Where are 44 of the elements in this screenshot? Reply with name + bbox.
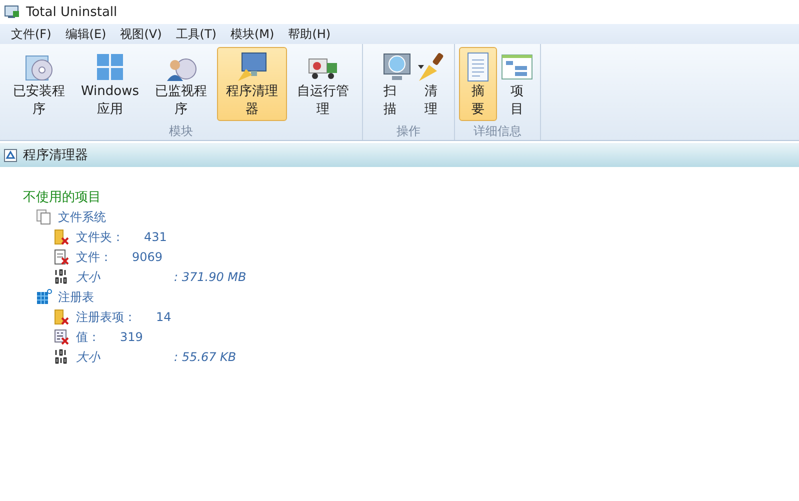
size-label: 大小 (76, 268, 102, 286)
panel-title: 程序清理器 (23, 147, 88, 164)
monitor-broom-icon (236, 51, 268, 83)
ribbon-button[interactable]: 已安装程序 (4, 47, 74, 121)
documents-icon (36, 209, 52, 225)
ribbon-button[interactable]: 摘要 (459, 47, 497, 121)
menu-item[interactable]: 编辑(E) (58, 26, 114, 42)
item-value: : 55.67 KB (174, 350, 236, 364)
binary-file-cross-icon (54, 329, 70, 345)
item-value: 319 (120, 330, 143, 344)
item-value: : 371.90 MB (174, 270, 246, 284)
tree-group-label: 文件系统 (58, 208, 106, 226)
ribbon-button[interactable]: 已监视程序 (146, 47, 216, 121)
group-label: 详细信息 (474, 123, 522, 139)
window-title: Total Uninstall (26, 4, 118, 20)
item-label: 文件夹： (76, 228, 124, 246)
ribbon-button[interactable]: 程序清理器 (217, 47, 287, 121)
ribbon-button[interactable]: Windows 应用 (75, 47, 145, 121)
menu-item[interactable]: 视图(V) (113, 26, 169, 42)
tree-root-label: 不使用的项目 (23, 189, 101, 207)
app-icon (4, 4, 20, 20)
menu-item[interactable]: 工具(T) (168, 26, 224, 42)
windows-tiles-icon (94, 51, 126, 83)
ribbon-button[interactable]: 自运行管理 (288, 47, 358, 121)
item-value: 431 (144, 230, 167, 244)
registry-grid-icon (36, 289, 52, 305)
menu-item[interactable]: 文件(F) (4, 26, 58, 42)
item-value: 14 (156, 310, 172, 324)
folder-cross-icon (54, 309, 70, 325)
ribbon-button[interactable]: 项目 (498, 47, 536, 121)
item-label: 注册表项： (76, 308, 136, 326)
menu-item[interactable]: 帮助(H) (281, 26, 338, 42)
folder-cross-icon (54, 229, 70, 245)
item-value: 9069 (132, 250, 163, 264)
file-cross-icon (54, 249, 70, 265)
item-label: 值： (76, 328, 100, 346)
group-label: 操作 (396, 123, 420, 139)
tree-group-label: 注册表 (58, 288, 94, 306)
size-label: 大小 (76, 348, 102, 366)
ribbon-button[interactable]: 清理 (412, 47, 450, 121)
menu-item[interactable]: 模块(M) (224, 26, 282, 42)
ribbon-button[interactable]: 扫描 (367, 47, 411, 121)
item-label: 文件： (76, 248, 112, 266)
group-label: 模块 (169, 123, 193, 139)
